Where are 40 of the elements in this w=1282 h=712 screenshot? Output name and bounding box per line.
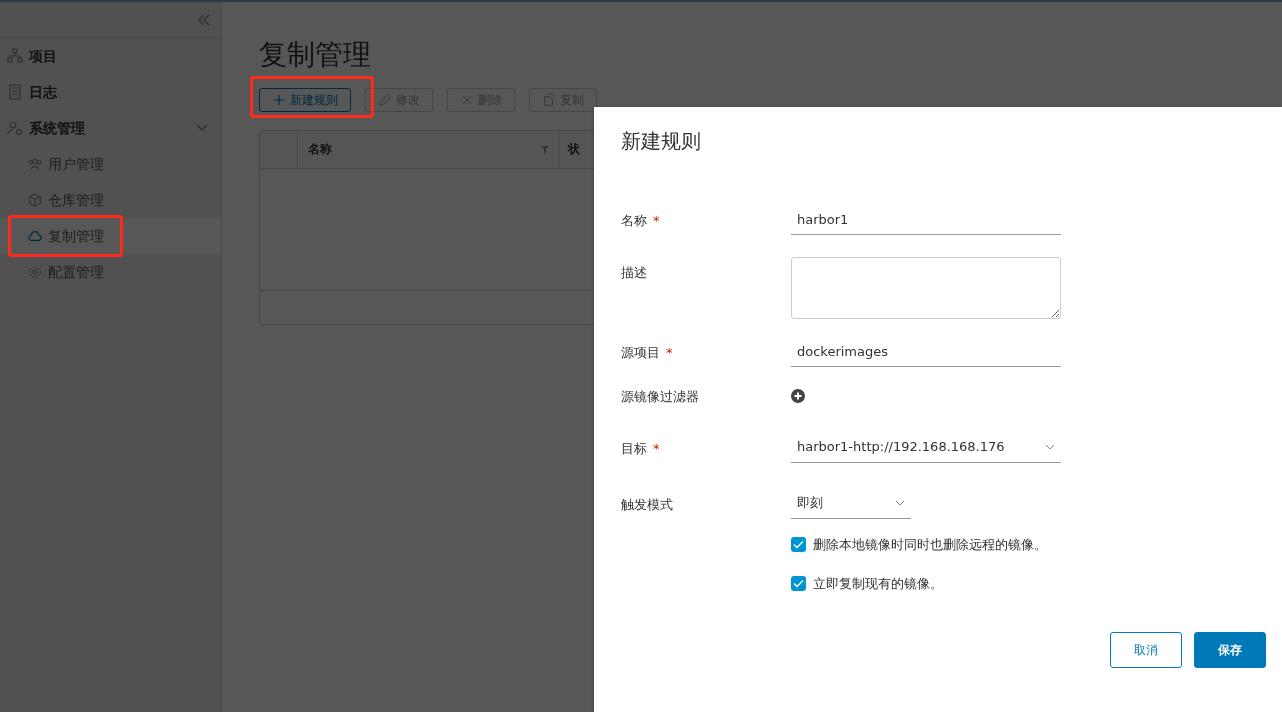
- sidebar-item[interactable]: 系统管理: [0, 110, 221, 146]
- checkbox-label: 删除本地镜像时同时也删除远程的镜像。: [812, 535, 1047, 554]
- field-label: 名称: [621, 213, 647, 228]
- users-icon: [28, 157, 42, 171]
- column-header[interactable]: 状: [568, 140, 580, 159]
- checkbox-label: 立即复制现有的镜像。: [812, 575, 943, 593]
- cancel-button[interactable]: 取消: [1110, 631, 1182, 668]
- field-label: 目标: [621, 440, 647, 456]
- add-icon[interactable]: [791, 388, 805, 403]
- page-title: 复制管理: [259, 38, 371, 72]
- filter-icon[interactable]: [541, 145, 549, 154]
- collapse-icon[interactable]: [197, 13, 211, 26]
- field-label: 源项目: [621, 345, 660, 360]
- toolbar-button[interactable]: 新建规则: [259, 87, 351, 112]
- sidebar-item[interactable]: 日志: [0, 74, 221, 110]
- document-icon: [7, 84, 23, 100]
- hierarchy-icon: [7, 48, 23, 64]
- dropdown[interactable]: 即刻: [791, 488, 911, 519]
- chevron-icon: [1045, 444, 1055, 450]
- checkbox[interactable]: [791, 536, 806, 552]
- dropdown[interactable]: harbor1-http://192.168.168.176: [791, 432, 1061, 463]
- chevron-icon: [895, 500, 905, 506]
- copy-icon: [542, 92, 556, 107]
- sidebar-item[interactable]: 项目: [0, 38, 221, 74]
- cloud-icon: [28, 229, 42, 243]
- user-gear-icon: [7, 120, 23, 136]
- dialog-title: 新建规则: [621, 129, 702, 153]
- save-button[interactable]: 保存: [1194, 631, 1266, 668]
- column-header[interactable]: 名称: [308, 140, 332, 159]
- field-label: 源镜像过滤器: [621, 389, 699, 404]
- required-mark: *: [666, 345, 673, 360]
- field-label: 触发模式: [621, 496, 673, 512]
- gear-icon: [28, 265, 42, 279]
- required-mark: *: [653, 440, 660, 456]
- plus-icon: [272, 92, 286, 107]
- field-label: 描述: [621, 265, 647, 280]
- cube-icon: [28, 193, 42, 207]
- required-mark: *: [653, 213, 660, 228]
- checkbox[interactable]: [791, 576, 806, 592]
- pencil-icon: [378, 92, 392, 107]
